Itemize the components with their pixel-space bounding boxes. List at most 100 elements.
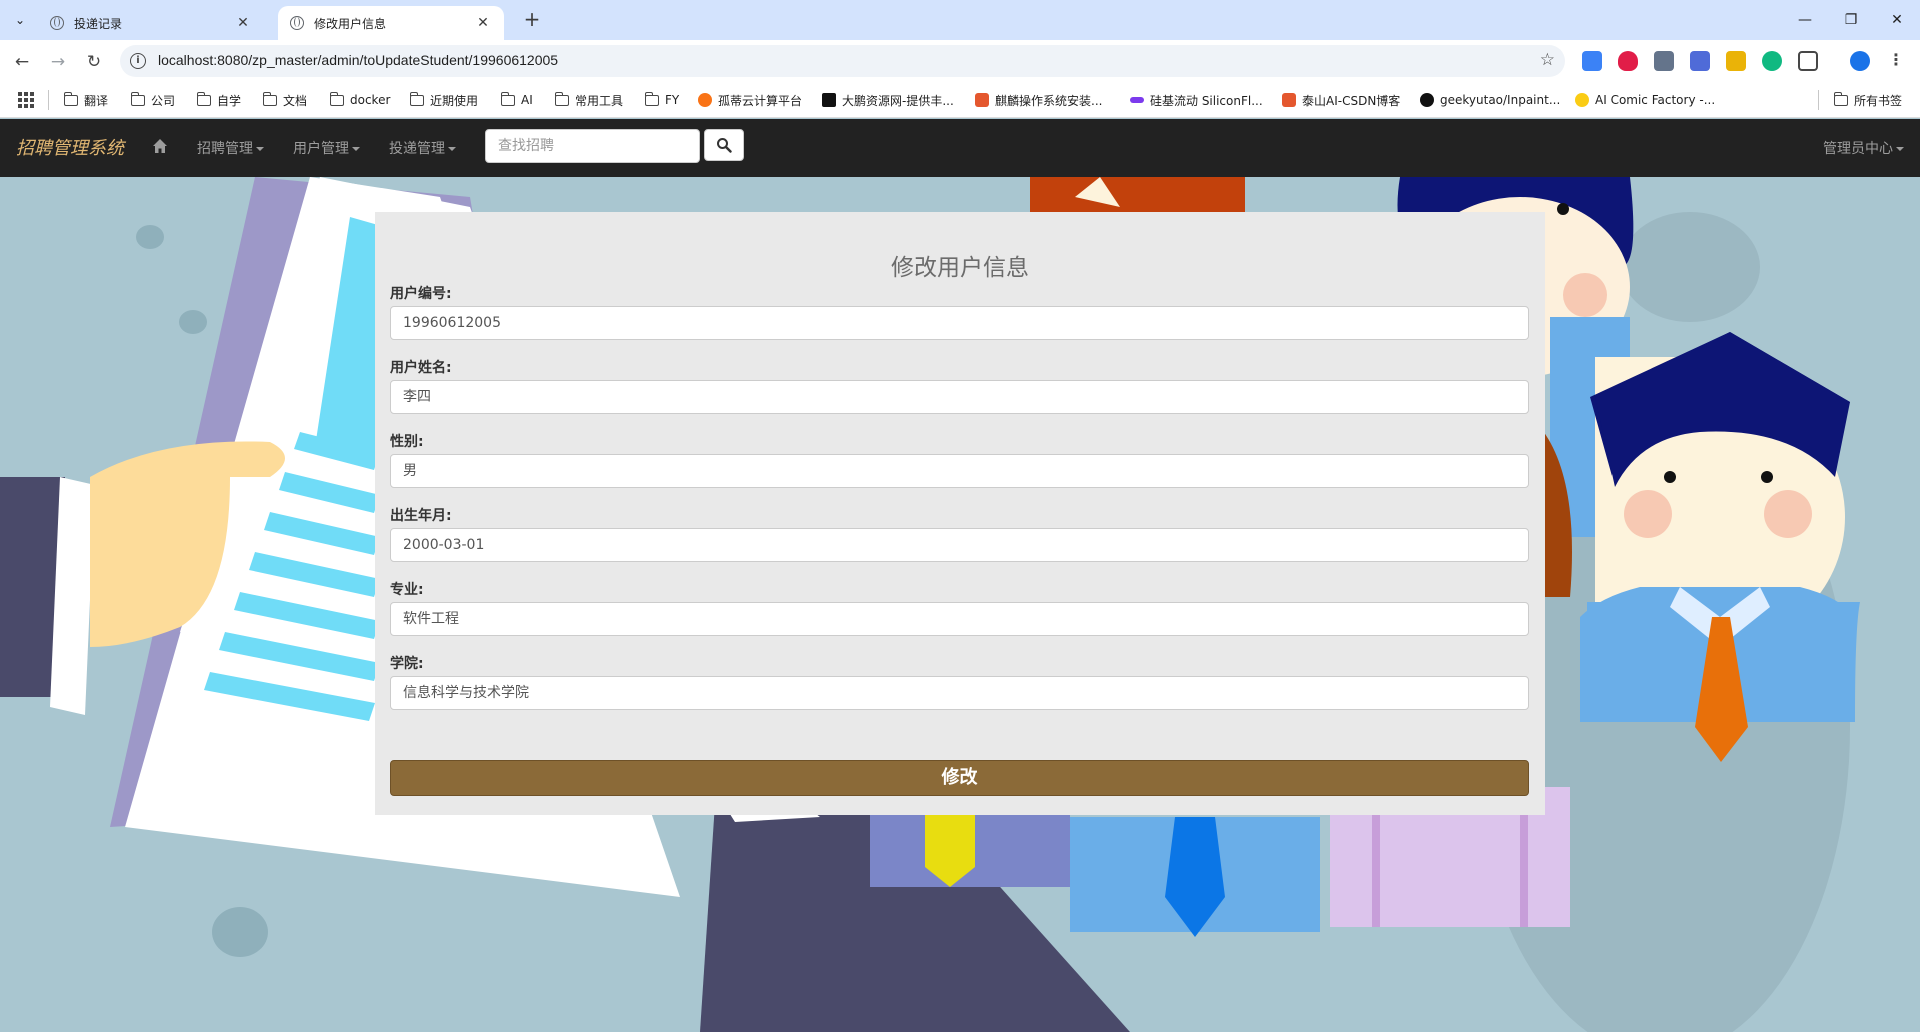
bookmark-label: 麒麟操作系统安装...	[995, 93, 1103, 108]
bookmark-item[interactable]: 近期使用	[410, 91, 478, 109]
bookmark-label: AI Comic Factory -...	[1595, 93, 1716, 107]
browser-toolbar: ← → ↻ i localhost:8080/zp_master/admin/t…	[0, 40, 1920, 82]
github-icon	[1420, 93, 1434, 107]
nav-delivery-menu[interactable]: 投递管理	[389, 138, 456, 158]
bookmark-label: 自学	[217, 93, 242, 108]
bookmark-label: FY	[665, 93, 680, 107]
browser-tab-active[interactable]: 修改用户信息 ✕	[278, 6, 504, 40]
all-bookmarks[interactable]: 所有书签	[1834, 91, 1902, 109]
user-name-input[interactable]: 李四	[390, 380, 1529, 414]
extension-icon[interactable]	[1654, 51, 1674, 71]
user-name-label: 用户姓名:	[390, 360, 452, 376]
bookmark-item[interactable]: 麒麟操作系统安装...	[975, 91, 1102, 109]
site-icon	[1575, 93, 1589, 107]
apps-grid-icon[interactable]	[18, 92, 34, 108]
gender-input[interactable]: 男	[390, 454, 1529, 488]
caret-down-icon	[448, 147, 456, 151]
url-text[interactable]: localhost:8080/zp_master/admin/toUpdateS…	[158, 52, 558, 68]
close-tab-icon[interactable]: ✕	[474, 15, 492, 31]
bookmark-item[interactable]: 硅基流动 SiliconFl...	[1130, 91, 1263, 109]
bookmark-item[interactable]: 常用工具	[555, 91, 623, 109]
bookmark-item[interactable]: AI	[501, 91, 533, 109]
bookmark-item[interactable]: AI Comic Factory -...	[1575, 91, 1715, 109]
extension-icon[interactable]	[1726, 51, 1746, 71]
update-submit-button[interactable]: 修改	[390, 760, 1529, 796]
bookmark-item[interactable]: 大鹏资源网-提供丰...	[822, 91, 954, 109]
nav-label: 投递管理	[389, 141, 445, 157]
address-bar[interactable]: i localhost:8080/zp_master/admin/toUpdat…	[120, 45, 1565, 77]
bookmark-item[interactable]: 公司	[131, 91, 175, 109]
back-arrow-icon[interactable]: ←	[8, 48, 36, 76]
caret-down-icon	[256, 147, 264, 151]
bookmark-item[interactable]: geekyutao/Inpaint...	[1420, 91, 1560, 109]
extension-chart-icon[interactable]	[1582, 51, 1602, 71]
bookmark-label: 所有书签	[1854, 93, 1903, 108]
site-info-icon[interactable]: i	[130, 53, 146, 69]
folder-icon	[1834, 91, 1848, 106]
close-tab-icon[interactable]: ✕	[234, 15, 252, 31]
user-id-label: 用户编号:	[390, 286, 452, 302]
search-icon	[717, 138, 732, 153]
restore-icon[interactable]: ❐	[1828, 6, 1874, 34]
extension-jh-icon[interactable]	[1690, 51, 1710, 71]
bookmark-label: 公司	[151, 93, 176, 108]
browser-tabstrip: ⌄ 投递记录 ✕ 修改用户信息 ✕ + — ❐ ✕	[0, 0, 1920, 40]
bookmark-item[interactable]: 文档	[263, 91, 307, 109]
job-search-input[interactable]: 查找招聘	[485, 129, 700, 163]
caret-down-icon	[352, 147, 360, 151]
divider	[48, 90, 49, 110]
globe-icon	[50, 16, 64, 30]
bookmark-item[interactable]: docker	[330, 91, 390, 109]
brand-logo[interactable]: 招聘管理系统	[16, 134, 124, 160]
bookmark-item[interactable]: 翻译	[64, 91, 108, 109]
new-tab-plus-icon[interactable]: +	[520, 8, 544, 32]
college-input[interactable]: 信息科学与技术学院	[390, 676, 1529, 710]
folder-icon	[197, 91, 211, 106]
nav-recruitment-menu[interactable]: 招聘管理	[197, 138, 264, 158]
nav-label: 管理员中心	[1823, 141, 1893, 157]
browser-menu-icon[interactable]: ⋮	[1888, 50, 1904, 70]
extensions-puzzle-icon[interactable]	[1798, 51, 1818, 71]
user-id-input[interactable]: 19960612005	[390, 306, 1529, 340]
gender-label: 性别:	[390, 434, 424, 450]
site-icon	[1282, 93, 1296, 107]
bookmark-label: 近期使用	[430, 93, 479, 108]
bookmark-item[interactable]: 孤蒂云计算平台	[698, 91, 802, 109]
bookmark-label: geekyutao/Inpaint...	[1440, 93, 1561, 107]
bookmark-star-icon[interactable]: ☆	[1540, 50, 1555, 70]
window-close-icon[interactable]: ✕	[1874, 6, 1920, 34]
folder-icon	[410, 91, 424, 106]
bookmark-label: 孤蒂云计算平台	[718, 93, 803, 108]
page-title: 修改用户信息	[891, 255, 1029, 281]
birth-date-label: 出生年月:	[390, 508, 452, 524]
college-label: 学院:	[390, 656, 424, 672]
site-icon	[822, 93, 836, 107]
bookmark-item[interactable]: 自学	[197, 91, 241, 109]
bookmark-label: docker	[350, 93, 391, 107]
caret-down-icon	[1896, 147, 1904, 151]
bookmark-item[interactable]: 泰山AI-CSDN博客	[1282, 91, 1400, 109]
folder-icon	[131, 91, 145, 106]
reload-icon[interactable]: ↻	[80, 48, 108, 76]
admin-center-menu[interactable]: 管理员中心	[1823, 138, 1904, 158]
major-input[interactable]: 软件工程	[390, 602, 1529, 636]
folder-icon	[645, 91, 659, 106]
search-button[interactable]	[704, 129, 744, 161]
extension-shield-icon[interactable]	[1618, 51, 1638, 71]
profile-avatar-icon[interactable]	[1850, 51, 1870, 71]
forward-arrow-icon[interactable]: →	[44, 48, 72, 76]
site-icon	[698, 93, 712, 107]
minimize-icon[interactable]: —	[1782, 6, 1828, 34]
home-icon[interactable]	[152, 138, 168, 154]
site-icon	[1130, 97, 1144, 103]
site-icon	[975, 93, 989, 107]
tab-search-chevron-icon[interactable]: ⌄	[8, 8, 32, 32]
folder-icon	[64, 91, 78, 106]
birth-date-input[interactable]: 2000-03-01	[390, 528, 1529, 562]
bookmark-label: 文档	[283, 93, 308, 108]
bookmark-item[interactable]: FY	[645, 91, 679, 109]
bookmark-label: 翻译	[84, 93, 109, 108]
browser-tab[interactable]: 投递记录 ✕	[38, 6, 264, 40]
extension-icon[interactable]	[1762, 51, 1782, 71]
nav-user-menu[interactable]: 用户管理	[293, 138, 360, 158]
